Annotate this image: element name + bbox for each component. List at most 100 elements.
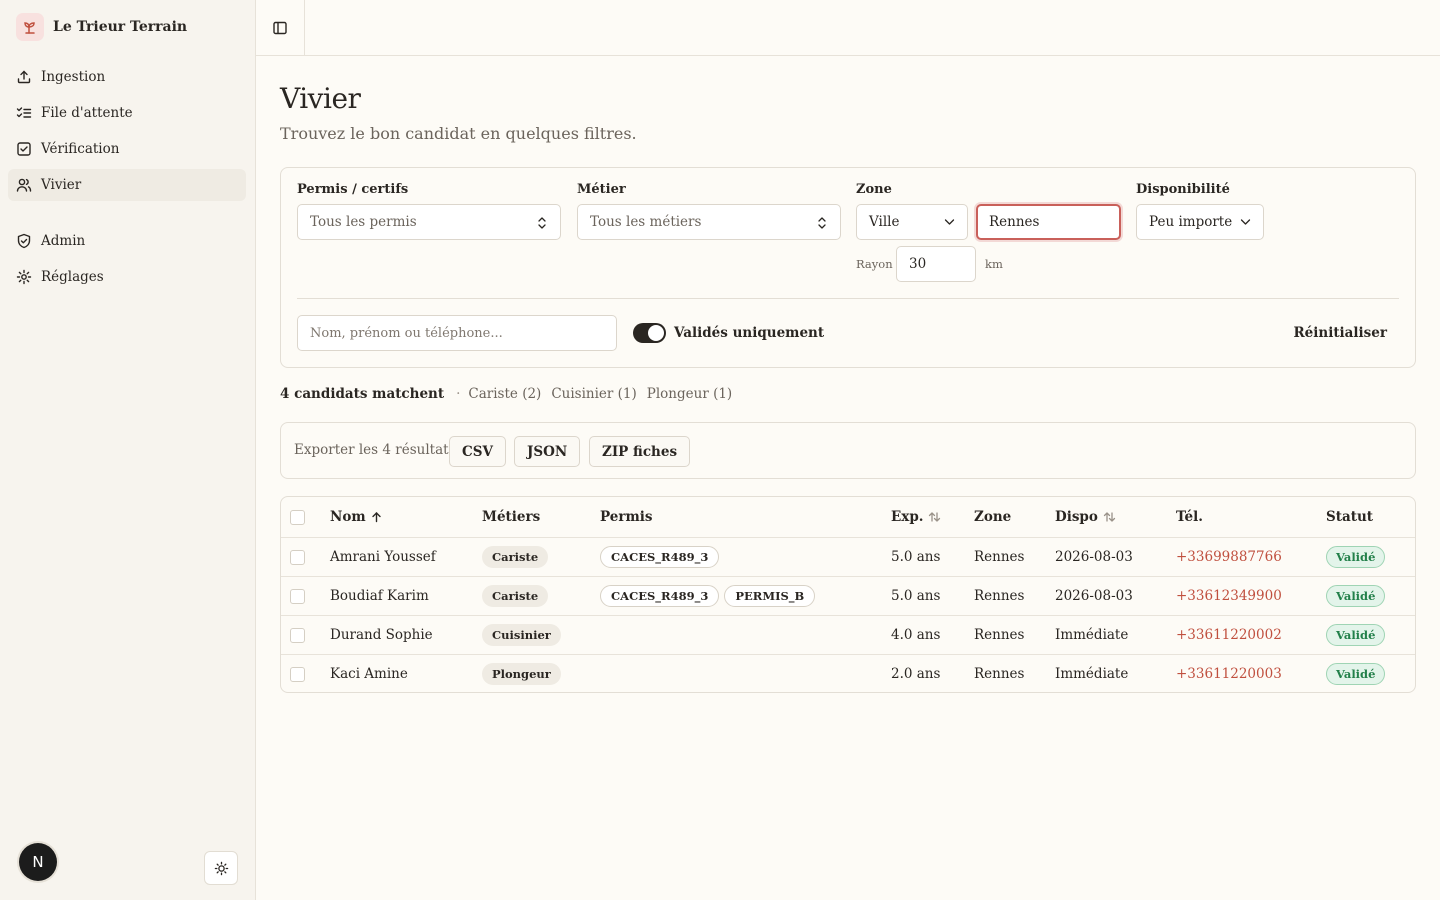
- page-title: Vivier: [280, 82, 361, 115]
- topbar: [256, 0, 1440, 56]
- validated-only-label: Validés uniquement: [674, 325, 825, 341]
- metier-filter-label: Métier: [577, 182, 626, 197]
- avatar[interactable]: N: [19, 843, 57, 881]
- table-row[interactable]: Boudiaf Karim Cariste CACES_R489_3 PERMI…: [281, 576, 1415, 615]
- table-row[interactable]: Kaci Amine Plongeur 2.0 ans Rennes Imméd…: [281, 654, 1415, 692]
- brand[interactable]: Le Trieur Terrain: [16, 13, 187, 41]
- candidate-name[interactable]: Kaci Amine: [330, 655, 408, 692]
- column-header-metiers: Métiers: [482, 509, 541, 525]
- phone-link[interactable]: +33699887766: [1176, 538, 1282, 576]
- facet-cariste[interactable]: Cariste (2): [468, 386, 541, 402]
- status-badge: Validé: [1326, 546, 1386, 568]
- candidate-name[interactable]: Amrani Youssef: [330, 538, 436, 576]
- sidebar-item-verification[interactable]: Vérification: [8, 133, 246, 165]
- dispo-filter-label: Disponibilité: [1136, 182, 1230, 197]
- table-row[interactable]: Amrani Youssef Cariste CACES_R489_3 5.0 …: [281, 537, 1415, 576]
- brand-name: Le Trieur Terrain: [53, 19, 188, 35]
- column-header-exp[interactable]: Exp.: [891, 497, 941, 537]
- sidebar: Le Trieur Terrain Ingestion File d'atten…: [0, 0, 256, 900]
- facet-cuisinier[interactable]: Cuisinier (1): [551, 386, 636, 402]
- row-checkbox[interactable]: [290, 549, 305, 565]
- sidebar-item-admin[interactable]: Admin: [8, 225, 246, 257]
- phone-link[interactable]: +33611220002: [1176, 616, 1282, 654]
- zone-city-input[interactable]: Rennes: [976, 204, 1121, 240]
- chevrons-up-down-icon: [818, 217, 826, 229]
- column-header-label: Dispo: [1055, 509, 1098, 525]
- permis-tag: CACES_R489_3: [600, 546, 720, 568]
- row-checkbox[interactable]: [290, 588, 305, 604]
- sort-icon: [929, 512, 941, 522]
- sidebar-item-ingestion[interactable]: Ingestion: [8, 61, 246, 93]
- table-header: Nom Métiers Permis Exp. Zone Dispo Tél. …: [281, 497, 1415, 537]
- table-row[interactable]: Durand Sophie Cuisinier 4.0 ans Rennes I…: [281, 615, 1415, 654]
- candidate-name[interactable]: Durand Sophie: [330, 616, 433, 654]
- rayon-label: Rayon: [856, 257, 893, 271]
- sidebar-toggle-button[interactable]: [256, 0, 305, 56]
- summary-separator: ·: [456, 386, 461, 402]
- row-checkbox[interactable]: [290, 666, 305, 682]
- metier-tag: Cariste: [482, 546, 549, 568]
- dispo-select-value: Peu importe: [1149, 214, 1233, 230]
- permis-tag: CACES_R489_3: [600, 585, 720, 607]
- phone-link[interactable]: +33611220003: [1176, 655, 1282, 692]
- sidebar-item-vivier[interactable]: Vivier: [8, 169, 246, 201]
- metier-select[interactable]: Tous les métiers: [577, 204, 841, 240]
- facet-plongeur[interactable]: Plongeur (1): [647, 386, 732, 402]
- dispo-select[interactable]: Peu importe: [1136, 204, 1264, 240]
- rayon-input[interactable]: 30: [896, 246, 976, 282]
- export-json-button[interactable]: JSON: [514, 436, 581, 467]
- validated-only-toggle[interactable]: [633, 323, 666, 343]
- permis-filter-label: Permis / certifs: [297, 182, 409, 197]
- page-subtitle: Trouvez le bon candidat en quelques filt…: [280, 124, 637, 143]
- disponibilite: Immédiate: [1055, 627, 1129, 643]
- sprout-icon: [16, 13, 44, 41]
- list-check-icon: [16, 107, 32, 118]
- reset-button[interactable]: Réinitialiser: [1293, 325, 1387, 341]
- status-badge: Validé: [1326, 585, 1386, 607]
- permis-select-value: Tous les permis: [310, 214, 417, 230]
- filter-divider: [297, 298, 1399, 299]
- sidebar-item-reglages[interactable]: Réglages: [8, 261, 246, 293]
- column-header-nom[interactable]: Nom: [330, 497, 382, 537]
- zone: Rennes: [974, 666, 1025, 682]
- upload-icon: [17, 70, 31, 84]
- permis-select[interactable]: Tous les permis: [297, 204, 561, 240]
- row-checkbox[interactable]: [290, 627, 305, 643]
- candidate-name[interactable]: Boudiaf Karim: [330, 577, 429, 615]
- experience: 5.0 ans: [891, 549, 941, 565]
- search-input[interactable]: Nom, prénom ou téléphone...: [297, 315, 617, 351]
- theme-toggle-button[interactable]: [204, 851, 238, 885]
- sidebar-item-file-attente[interactable]: File d'attente: [8, 97, 246, 129]
- select-all-checkbox[interactable]: [290, 509, 305, 525]
- column-header-dispo[interactable]: Dispo: [1055, 497, 1116, 537]
- export-zip-button[interactable]: ZIP fiches: [589, 436, 691, 467]
- zone-type-select[interactable]: Ville: [856, 204, 968, 240]
- arrow-up-icon: [371, 512, 381, 523]
- sidebar-item-label: Admin: [41, 233, 86, 249]
- zone: Rennes: [974, 627, 1025, 643]
- export-csv-button[interactable]: CSV: [449, 436, 506, 467]
- filter-panel: Permis / certifs Tous les permis Métier …: [280, 167, 1416, 368]
- sidebar-item-label: Vérification: [41, 141, 120, 157]
- sidebar-item-label: Vivier: [41, 177, 82, 193]
- experience: 5.0 ans: [891, 588, 941, 604]
- results-summary: 4 candidats matchent · Cariste (2) Cuisi…: [280, 386, 742, 402]
- permis-tag: PERMIS_B: [724, 585, 816, 607]
- results-count: 4 candidats matchent: [280, 386, 445, 402]
- sidebar-item-label: Ingestion: [41, 69, 106, 85]
- disponibilite: 2026-08-03: [1055, 588, 1133, 604]
- phone-link[interactable]: +33612349900: [1176, 577, 1282, 615]
- shield-check-icon: [17, 233, 31, 249]
- gear-icon: [16, 269, 32, 285]
- sidebar-item-label: Réglages: [41, 269, 104, 285]
- sidebar-item-label: File d'attente: [41, 105, 133, 121]
- panel-left-icon: [273, 21, 287, 35]
- export-label: Exporter les 4 résultats :: [294, 442, 465, 458]
- chevrons-up-down-icon: [538, 217, 546, 229]
- column-header-label: Exp.: [891, 509, 924, 525]
- status-badge: Validé: [1326, 624, 1386, 646]
- disponibilite: Immédiate: [1055, 666, 1129, 682]
- users-icon: [16, 178, 32, 192]
- chevron-down-icon: [1240, 219, 1251, 225]
- zone: Rennes: [974, 588, 1025, 604]
